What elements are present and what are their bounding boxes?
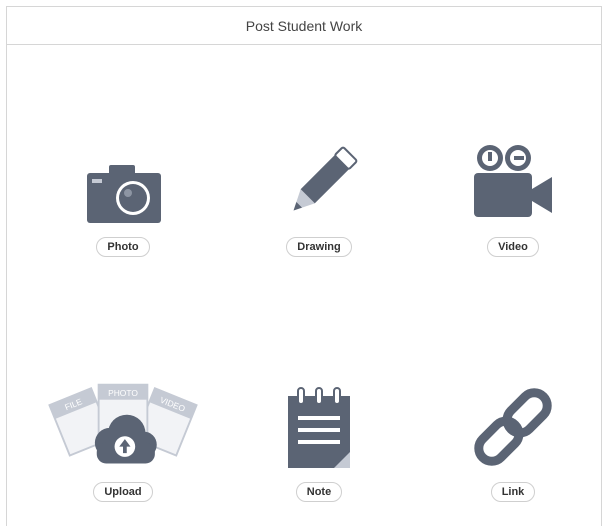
note-option[interactable]: Note: [244, 370, 394, 510]
drawing-option[interactable]: Drawing: [244, 125, 394, 265]
video-label: Video: [487, 237, 539, 257]
link-label: Link: [490, 482, 536, 502]
upload-option[interactable]: FILE VIDEO PHOTO Upload: [48, 370, 198, 510]
chain-link-icon: [438, 370, 588, 470]
dialog-title: Post Student Work: [245, 17, 363, 34]
photo-label: Photo: [96, 237, 150, 257]
upload-label: Upload: [93, 482, 153, 502]
drawing-label: Drawing: [286, 237, 352, 257]
photo-option[interactable]: Photo: [48, 125, 198, 265]
upload-cloud-icon: FILE VIDEO PHOTO: [48, 370, 198, 470]
note-label: Note: [295, 482, 343, 502]
video-option[interactable]: Video: [438, 125, 588, 265]
dialog-header: Post Student Work: [7, 7, 601, 45]
pencil-icon: [244, 125, 394, 225]
link-option[interactable]: Link: [438, 370, 588, 510]
notepad-icon: [244, 370, 394, 470]
video-camera-icon: [438, 125, 588, 225]
camera-icon: [48, 125, 198, 225]
svg-text:PHOTO: PHOTO: [108, 388, 138, 398]
